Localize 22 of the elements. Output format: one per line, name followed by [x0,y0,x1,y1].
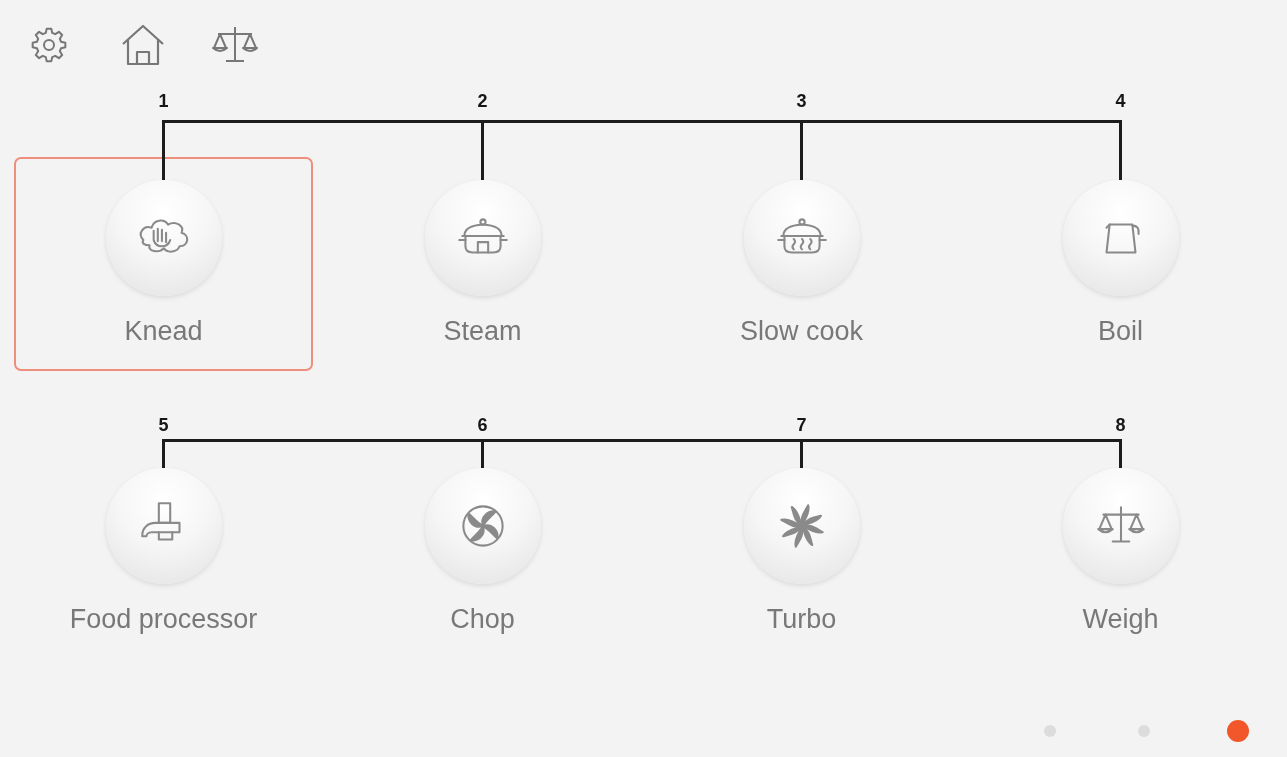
page-dot[interactable] [1044,725,1056,737]
callout-number: 7 [796,415,807,435]
settings-icon[interactable] [31,27,67,63]
home-icon[interactable] [121,24,165,66]
mode-button[interactable]: Food processor [14,445,313,659]
mode-button[interactable]: Knead [14,157,313,371]
callout-number: 1 [158,91,169,111]
mode-button[interactable]: Slow cook [652,157,951,371]
callout-number: 2 [477,91,488,111]
page-dot[interactable] [1138,725,1150,737]
mode-button[interactable]: Steam [333,157,632,371]
mode-button[interactable]: Chop [333,445,632,659]
mode-button[interactable]: Turbo [652,445,951,659]
callout-number: 8 [1115,415,1126,435]
page-dot[interactable] [1227,720,1249,742]
scale-icon[interactable] [212,25,258,65]
callout-number: 3 [796,91,807,111]
callout-number: 6 [477,415,488,435]
mode-button[interactable]: Weigh [971,445,1270,659]
mode-button[interactable]: Boil [971,157,1270,371]
callout-number: 4 [1115,91,1126,111]
callout-number: 5 [158,415,169,435]
